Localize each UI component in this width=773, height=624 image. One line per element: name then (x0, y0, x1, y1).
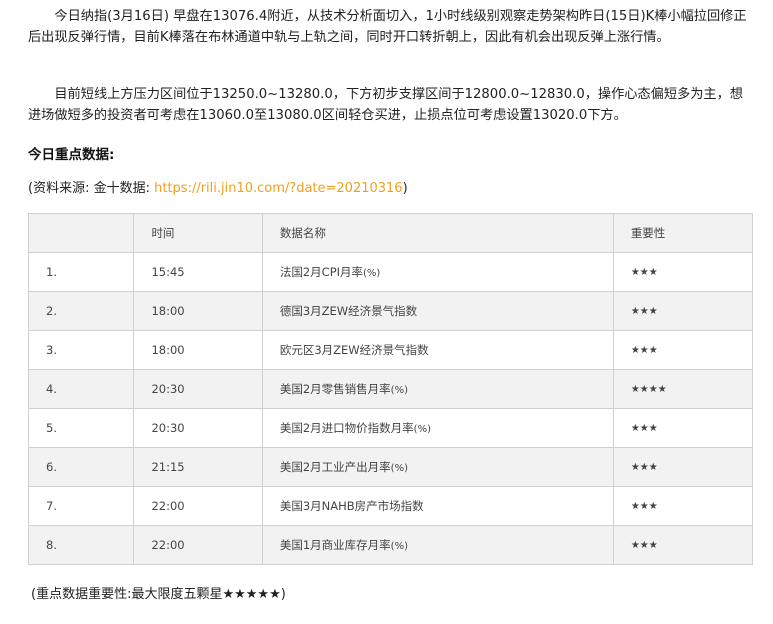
row-data-name: 美国2月工业产出月率(%) (261, 447, 614, 487)
importance-note: (重点数据重要性:最大限度五颗星★★★★★) (31, 587, 286, 602)
source-suffix: ) (402, 181, 408, 196)
table-row: 4. 20:30 美国2月零售销售月率(%) ★★★★ (27, 369, 754, 409)
table-row: 3. 18:00 欧元区3月ZEW经济景气指数 ★★★ (27, 330, 754, 370)
key-data-heading: 今日重点数据: (28, 147, 115, 163)
data-name-text: 美国2月零售销售月率 (279, 382, 391, 396)
header-index (27, 213, 135, 253)
row-importance-stars: ★★★★ (612, 369, 754, 409)
economic-calendar-table: 时间 数据名称 重要性 1. 15:45 法国2月CPI月率(%) ★★★ 2. 18:0… (27, 213, 754, 565)
table-row: 5. 20:30 美国2月进口物价指数月率(%) ★★★ (27, 408, 754, 448)
data-unit: (%) (390, 463, 408, 474)
row-index: 8. (27, 525, 135, 565)
data-unit: (%) (413, 424, 431, 435)
row-time: 20:30 (133, 369, 263, 409)
source-link[interactable]: https://rili.jin10.com/?date=20210316 (154, 181, 402, 196)
analysis-paragraph-2: 目前短线上方压力区间位于13250.0~13280.0，下方初步支撑区间于128… (28, 87, 743, 123)
row-time: 22:00 (133, 525, 263, 565)
table-row: 2. 18:00 德国3月ZEW经济景气指数 ★★★ (27, 291, 754, 331)
row-index: 7. (27, 486, 135, 526)
row-importance-stars: ★★★ (612, 525, 754, 565)
row-importance-stars: ★★★ (612, 252, 754, 292)
row-importance-stars: ★★★ (612, 330, 754, 370)
data-name-text: 美国2月工业产出月率 (279, 460, 391, 474)
row-importance-stars: ★★★ (612, 486, 754, 526)
table-row: 7. 22:00 美国3月NAHB房产市场指数 ★★★ (27, 486, 754, 526)
row-time: 15:45 (133, 252, 263, 292)
header-importance: 重要性 (612, 213, 754, 253)
row-importance-stars: ★★★ (612, 408, 754, 448)
data-source: (资料来源: 金十数据: https://rili.jin10.com/?dat… (28, 177, 408, 196)
row-index: 3. (27, 330, 135, 370)
data-unit: (%) (390, 541, 408, 552)
row-data-name: 欧元区3月ZEW经济景气指数 (261, 330, 614, 370)
analysis-paragraph-1: 今日纳指(3月16日) 早盘在13076.4附近，从技术分析面切入，1小时线级别… (28, 9, 747, 45)
header-data-name: 数据名称 (261, 213, 614, 253)
row-time: 22:00 (133, 486, 263, 526)
row-data-name: 美国2月零售销售月率(%) (261, 369, 614, 409)
row-data-name: 美国1月商业库存月率(%) (261, 525, 614, 565)
row-time: 18:00 (133, 330, 263, 370)
row-data-name: 法国2月CPI月率(%) (261, 252, 614, 292)
row-time: 18:00 (133, 291, 263, 331)
article-body: 今日纳指(3月16日) 早盘在13076.4附近，从技术分析面切入，1小时线级别… (0, 0, 773, 624)
row-time: 20:30 (133, 408, 263, 448)
header-time: 时间 (133, 213, 263, 253)
row-data-name: 美国3月NAHB房产市场指数 (261, 486, 614, 526)
row-index: 2. (27, 291, 135, 331)
row-index: 4. (27, 369, 135, 409)
row-index: 1. (27, 252, 135, 292)
data-name-text: 美国1月商业库存月率 (279, 538, 391, 552)
data-name-text: 美国2月进口物价指数月率 (279, 421, 414, 435)
row-index: 6. (27, 447, 135, 487)
row-time: 21:15 (133, 447, 263, 487)
source-prefix: (资料来源: 金十数据: (28, 181, 155, 196)
data-name-text: 法国2月CPI月率 (279, 265, 364, 279)
data-unit: (%) (390, 385, 408, 396)
row-importance-stars: ★★★ (612, 447, 754, 487)
row-importance-stars: ★★★ (612, 291, 754, 331)
data-name-text: 美国3月NAHB房产市场指数 (279, 499, 424, 513)
data-name-text: 欧元区3月ZEW经济景气指数 (279, 343, 429, 357)
row-data-name: 美国2月进口物价指数月率(%) (261, 408, 614, 448)
row-index: 5. (27, 408, 135, 448)
data-name-text: 德国3月ZEW经济景气指数 (279, 304, 418, 318)
table-row: 6. 21:15 美国2月工业产出月率(%) ★★★ (27, 447, 754, 487)
row-data-name: 德国3月ZEW经济景气指数 (261, 291, 614, 331)
table-row: 8. 22:00 美国1月商业库存月率(%) ★★★ (27, 525, 754, 565)
table-header-row: 时间 数据名称 重要性 (27, 213, 754, 253)
data-unit: (%) (363, 268, 381, 279)
table-row: 1. 15:45 法国2月CPI月率(%) ★★★ (27, 252, 754, 292)
